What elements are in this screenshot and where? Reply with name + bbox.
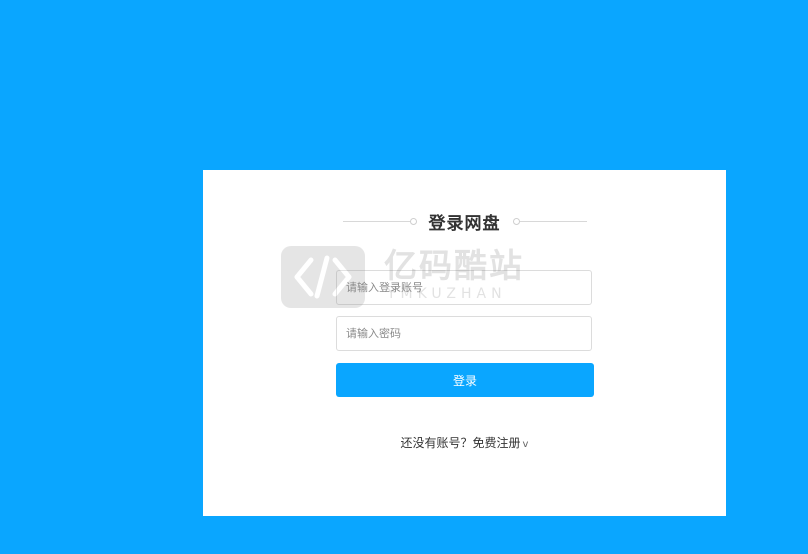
divider-dot-icon [409,217,417,225]
title-divider-left [342,217,417,225]
password-input[interactable] [336,316,592,351]
title-divider-right [512,217,587,225]
login-title: 登录网盘 [428,213,501,234]
account-input[interactable] [336,270,592,305]
login-card: 登录网盘 登录 还没有账号？免费注册v [203,170,726,516]
chevron-down-icon: v [522,439,529,450]
register-link[interactable]: 还没有账号？免费注册 v [203,434,726,451]
login-button[interactable]: 登录 [336,363,594,397]
page-background: 登录网盘 登录 还没有账号？免费注册v 亿码酷站 YMKUZHAN [0,0,808,554]
register-text[interactable]: 还没有账号？免费注册 [401,436,521,450]
divider-dot-icon [512,217,520,225]
login-title-row: 登录网盘 [203,208,726,234]
